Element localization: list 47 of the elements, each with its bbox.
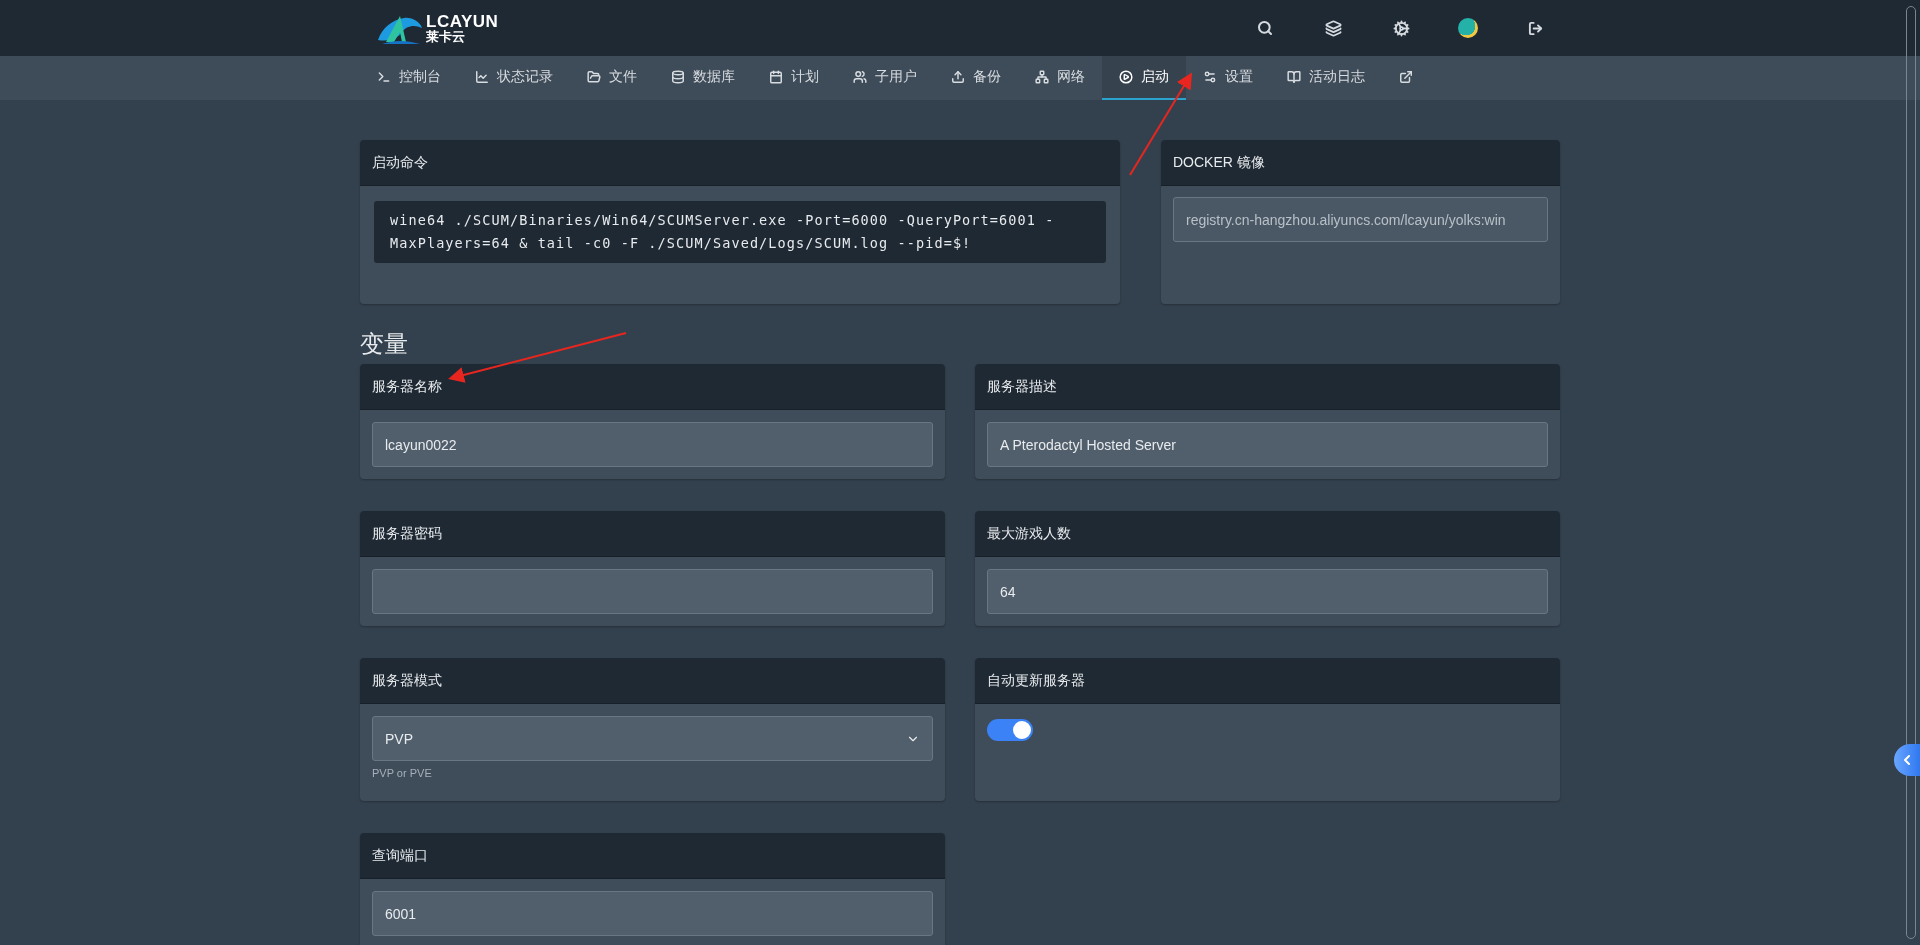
docker-image-field[interactable]: registry.cn-hangzhou.aliyuncs.com/lcayun/yolks:win — [1173, 197, 1548, 242]
avatar[interactable] — [1458, 18, 1478, 38]
nav-tab[interactable]: 活动日志 — [1270, 56, 1382, 100]
text-field[interactable]: lcayun0022 — [372, 422, 933, 467]
folder-icon — [587, 70, 601, 84]
card-title: DOCKER 镜像 — [1161, 140, 1560, 186]
card-title: 查询端口 — [360, 833, 945, 879]
network-icon — [1035, 70, 1049, 84]
terminal-icon — [377, 70, 391, 84]
card-title: 服务器名称 — [360, 364, 945, 410]
select-field[interactable]: PVP — [372, 716, 933, 761]
card-title: 自动更新服务器 — [975, 658, 1560, 704]
nav-tab[interactable]: 数据库 — [654, 56, 752, 100]
nav-tab[interactable]: 网络 — [1018, 56, 1102, 100]
nav-tab[interactable]: 子用户 — [836, 56, 934, 100]
text-field[interactable]: 6001 — [372, 891, 933, 936]
users-icon — [853, 70, 867, 84]
logo-wordmark: LCAYUN — [426, 13, 499, 30]
nav-tab[interactable]: 设置 — [1186, 56, 1270, 100]
settings-icon — [1203, 70, 1217, 84]
nav-tab[interactable]: 控制台 — [360, 56, 458, 100]
upload-icon — [951, 70, 965, 84]
logo-subtitle: 莱卡云 — [426, 30, 466, 43]
nav-tab[interactable]: 计划 — [752, 56, 836, 100]
text-field[interactable]: A Pterodactyl Hosted Server — [987, 422, 1548, 467]
text-field[interactable]: 64 — [987, 569, 1548, 614]
card-title: 服务器描述 — [975, 364, 1560, 410]
nav-tab[interactable]: 状态记录 — [458, 56, 570, 100]
help-text: PVP or PVE — [372, 767, 433, 779]
play-icon — [1119, 70, 1133, 84]
card-title: 最大游戏人数 — [975, 511, 1560, 557]
book-icon — [1287, 70, 1301, 84]
nav-tab[interactable]: 文件 — [570, 56, 654, 100]
external-link-icon — [1399, 70, 1413, 84]
line-chart-icon — [475, 70, 489, 84]
toggle-switch[interactable] — [987, 719, 1033, 741]
database-icon — [671, 70, 685, 84]
nav-tab[interactable]: 备份 — [934, 56, 1018, 100]
nav-tab[interactable]: 启动 — [1102, 56, 1186, 100]
section-heading: 变量 — [360, 329, 408, 359]
text-field[interactable] — [372, 569, 933, 614]
card-title: 启动命令 — [360, 140, 1120, 186]
card-title: 服务器密码 — [360, 511, 945, 557]
command-block: wine64 ./SCUM/Binaries/Win64/SCUMServer.exe -Port=6000 -QueryPort=6001 -MaxPlayers=64 & tail -c0 -F ./SCUM/Saved/Logs/SCUM.log --pid=$! — [374, 201, 1106, 263]
collapse-button[interactable] — [1894, 744, 1920, 776]
card-title: 服务器模式 — [360, 658, 945, 704]
calendar-icon — [769, 70, 783, 84]
